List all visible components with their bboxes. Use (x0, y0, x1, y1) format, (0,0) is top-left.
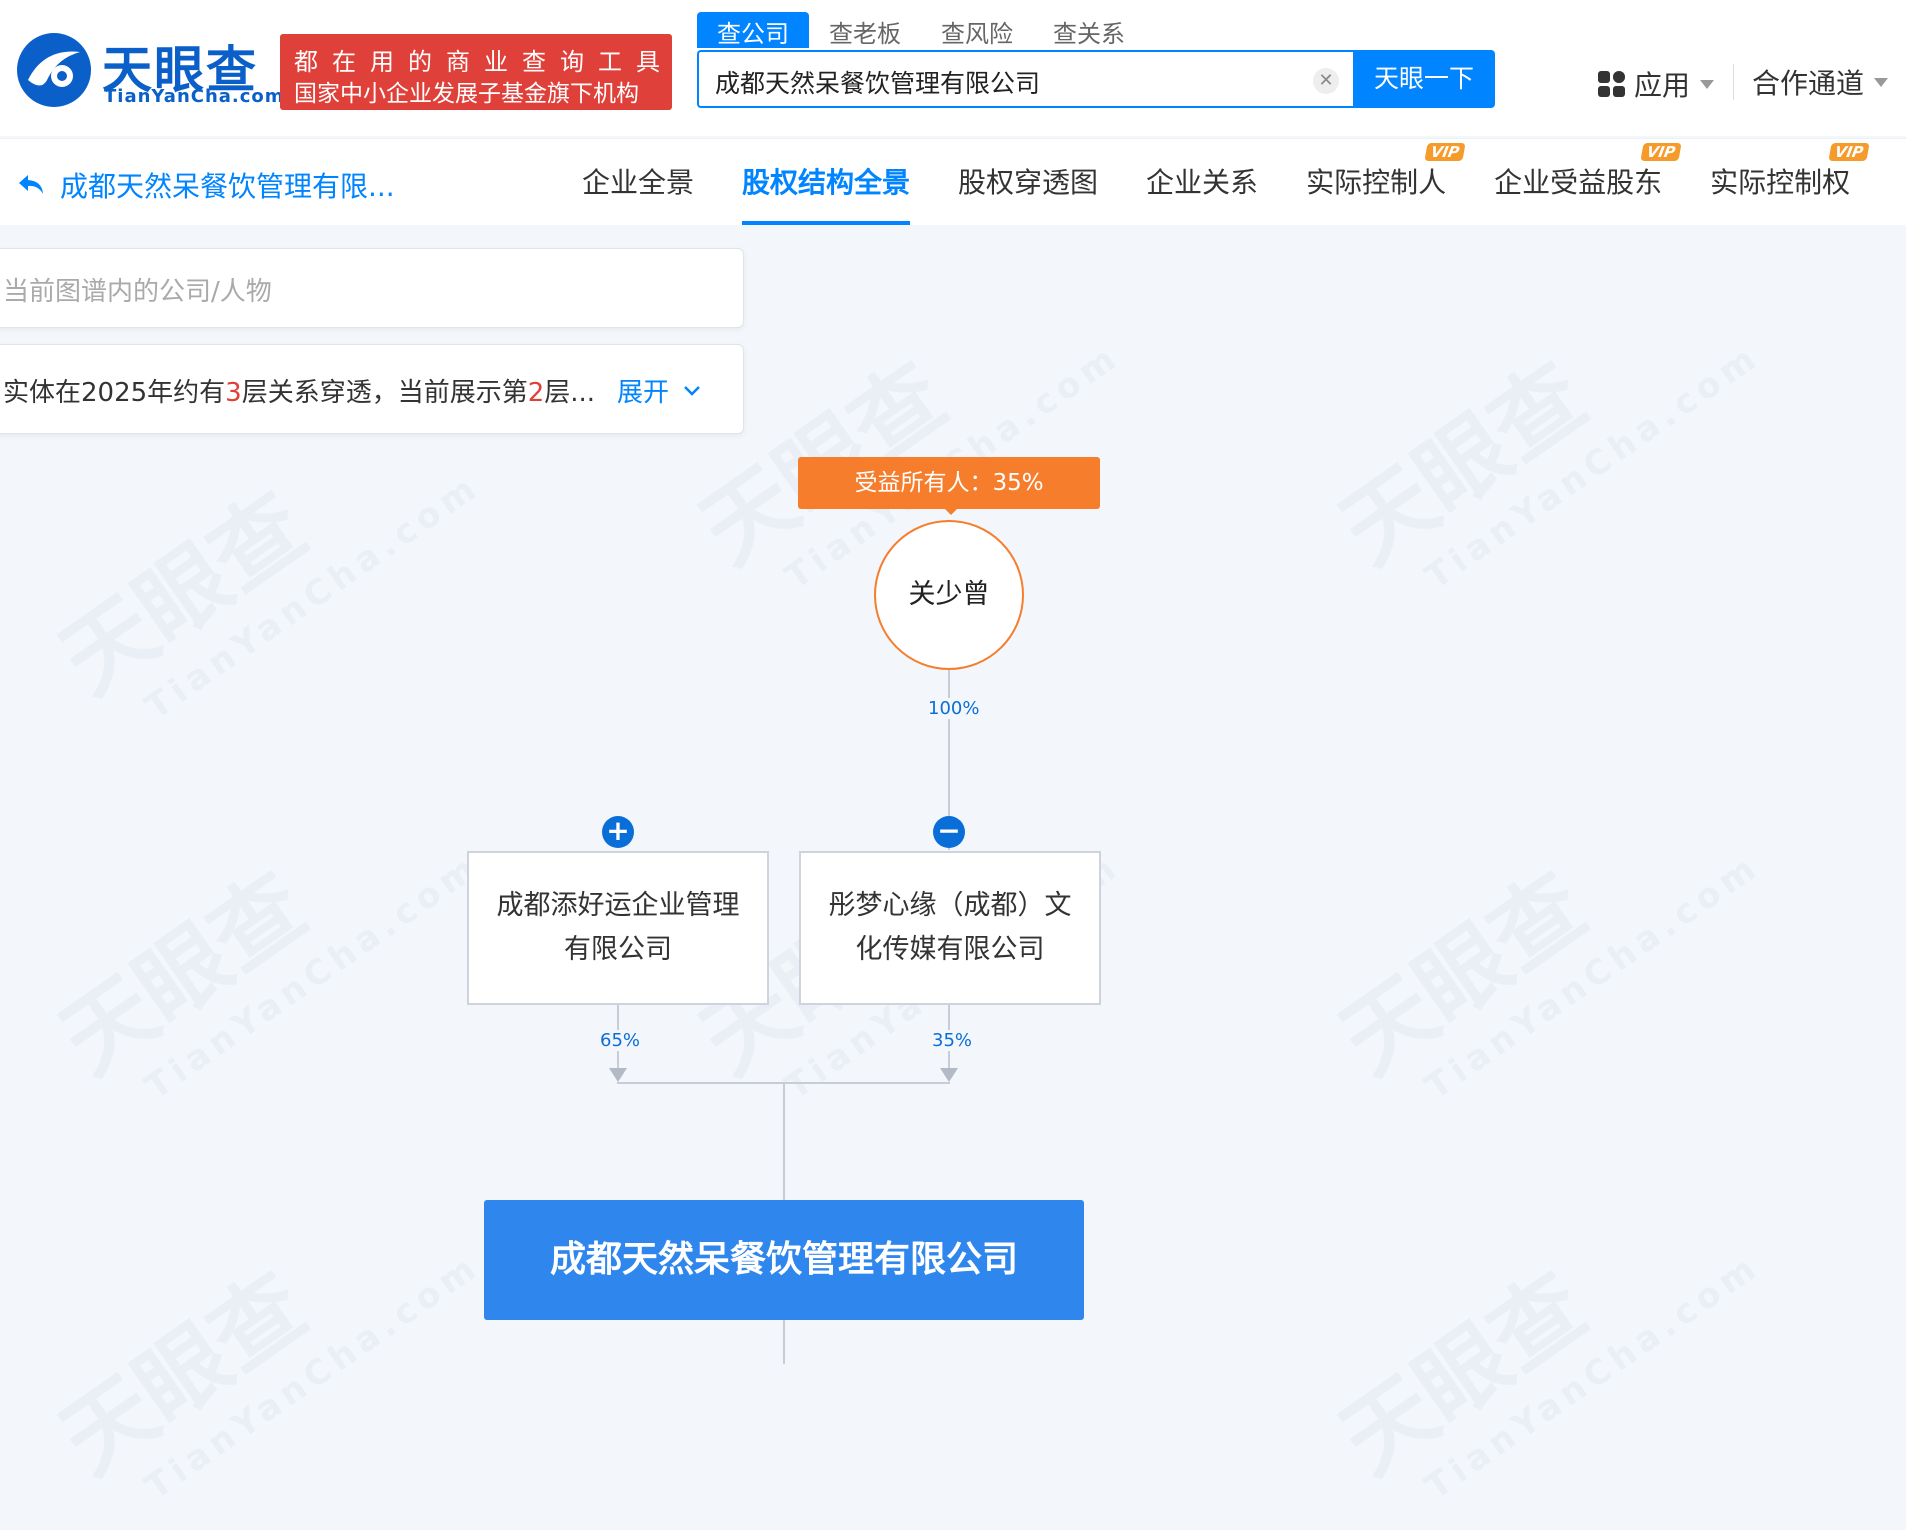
search-input[interactable]: 成都天然呆餐饮管理有限公司 ✕ (697, 50, 1353, 108)
collapse-node-button[interactable]: − (933, 816, 965, 848)
edge-merge-vertical (783, 1082, 785, 1200)
company-short-title: 成都天然呆餐饮管理有限... (60, 170, 395, 203)
header-divider (1733, 64, 1734, 100)
chevron-down-icon (1874, 77, 1889, 87)
layer-info-text: 实体在2025年约有3层关系穿透，当前展示第2层... (3, 378, 596, 408)
search-button[interactable]: 天眼一下 (1353, 50, 1495, 108)
company-node-right[interactable]: 彤梦心缘（成都）文化传媒有限公司 (799, 851, 1101, 1005)
expand-button[interactable]: 展开 (617, 372, 701, 409)
vip-badge: VIP (1828, 143, 1870, 161)
back-arrow-icon (19, 175, 43, 194)
nav-tabs: 企业全景 股权结构全景 股权穿透图 企业关系 实际控制人 VIP 企业受益股东 VI… (558, 139, 1874, 225)
tab-overview[interactable]: 企业全景 (558, 139, 718, 225)
top-header: 天眼查 TianYanCha.com 都在用的商业查询工具 国家中小企业发展子基… (0, 0, 1906, 136)
tab-search-relation[interactable]: 查关系 (1033, 12, 1145, 48)
person-node[interactable]: 关少曾 (874, 520, 1024, 670)
watermark: 天眼查TianYanCha.com (1322, 336, 1768, 598)
expand-node-button[interactable]: + (602, 816, 634, 848)
tab-search-boss[interactable]: 查老板 (809, 12, 921, 48)
watermark: 天眼查TianYanCha.com (1322, 846, 1768, 1108)
apps-label: 应用 (1634, 69, 1691, 102)
vip-badge: VIP (1640, 143, 1682, 161)
partner-menu[interactable]: 合作通道 (1752, 62, 1889, 102)
slogan-line2: 国家中小企业发展子基金旗下机构 (294, 81, 639, 107)
edge-percent-label: 35% (930, 1030, 975, 1051)
clear-icon[interactable]: ✕ (1313, 68, 1339, 94)
partner-label: 合作通道 (1752, 67, 1865, 100)
beneficiary-badge: 受益所有人：35% (798, 457, 1100, 509)
logo-eye-icon (17, 33, 91, 107)
watermark: 天眼查TianYanCha.com (42, 846, 488, 1108)
edge-main-down (783, 1320, 785, 1364)
search-input-value[interactable]: 成都天然呆餐饮管理有限公司 (715, 64, 1040, 100)
slogan-line1: 都在用的商业查询工具 (294, 48, 674, 76)
watermark: 天眼查TianYanCha.com (42, 1246, 488, 1508)
chevron-down-icon (684, 385, 700, 396)
edge-percent-label: 100% (926, 698, 982, 719)
edge-percent-label: 65% (598, 1030, 643, 1051)
tab-equity-structure[interactable]: 股权结构全景 (718, 139, 934, 225)
graph-search-box[interactable]: 当前图谱内的公司/人物 (0, 248, 744, 328)
slogan-banner: 都在用的商业查询工具 国家中小企业发展子基金旗下机构 (280, 34, 672, 110)
arrow-down-icon (940, 1068, 958, 1082)
vip-badge: VIP (1424, 143, 1466, 161)
tab-search-company[interactable]: 查公司 (697, 12, 809, 48)
search-type-tabs: 查公司 查老板 查风险 查关系 (697, 12, 1145, 48)
apps-grid-icon (1598, 71, 1625, 97)
tab-search-risk[interactable]: 查风险 (921, 12, 1033, 48)
watermark: 天眼查TianYanCha.com (1322, 1246, 1768, 1508)
arrow-down-icon (609, 1068, 627, 1082)
tab-beneficial-shareholders[interactable]: 企业受益股东 VIP (1470, 139, 1686, 225)
main-company-node[interactable]: 成都天然呆餐饮管理有限公司 (484, 1200, 1084, 1320)
chevron-down-icon (1700, 79, 1715, 89)
logo-domain: TianYanCha.com (104, 86, 285, 107)
company-node-left[interactable]: 成都添好运企业管理有限公司 (467, 851, 769, 1005)
company-subnav: 成都天然呆餐饮管理有限... 企业全景 股权结构全景 股权穿透图 企业关系 实际… (0, 138, 1906, 225)
tab-actual-control-right[interactable]: 实际控制权 VIP (1686, 139, 1874, 225)
back-to-company[interactable]: 成都天然呆餐饮管理有限... (16, 165, 395, 205)
logo[interactable]: 天眼查 TianYanCha.com (14, 30, 284, 112)
badge-pointer (944, 508, 958, 515)
tab-actual-controller[interactable]: 实际控制人 VIP (1282, 139, 1470, 225)
graph-search-placeholder: 当前图谱内的公司/人物 (3, 277, 272, 307)
tab-enterprise-relations[interactable]: 企业关系 (1122, 139, 1282, 225)
apps-menu[interactable]: 应用 (1598, 64, 1715, 104)
layer-info-panel: 实体在2025年约有3层关系穿透，当前展示第2层... 展开 (0, 344, 744, 434)
tab-equity-penetration[interactable]: 股权穿透图 (934, 139, 1122, 225)
